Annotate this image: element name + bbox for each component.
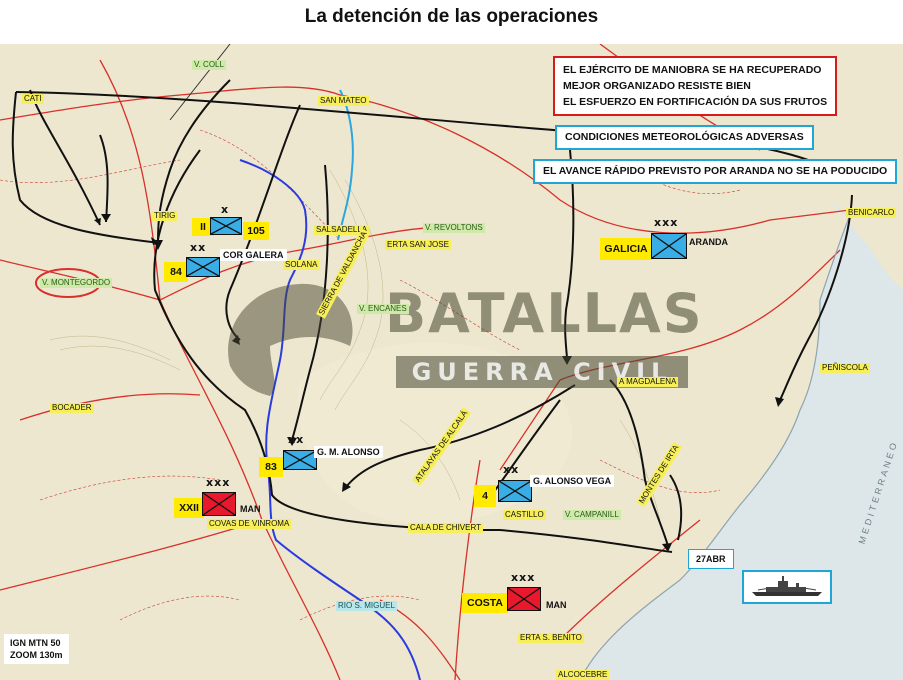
note-red-line-2: MEJOR ORGANIZADO RESISTE BIEN — [563, 80, 751, 92]
map-source-box: IGN MTN 50 ZOOM 130m — [4, 634, 69, 664]
unit-galicia-symbol: xxx — [651, 216, 689, 262]
place-erta-s-benito: ERTA S. BENITO — [518, 633, 584, 643]
unit-costa-symbol: xxx — [507, 571, 543, 613]
place-v-revoltons: V. REVOLTONS — [423, 223, 485, 233]
place-covas: COVAS DE VINROMA — [207, 519, 292, 529]
unit-83-box — [283, 450, 317, 470]
note-red-line-1: EL EJÉRCITO DE MANIOBRA SE HA RECUPERADO — [563, 64, 822, 76]
map-source-line-2: ZOOM 130m — [10, 650, 63, 660]
republican-infantry-icon — [508, 588, 540, 610]
place-benicarlo: BENICARLO — [846, 208, 897, 218]
unit-costa-commander: MAN — [546, 600, 567, 610]
unit-105-number: 105 — [243, 222, 269, 240]
nationalist-infantry-icon — [284, 451, 316, 469]
warship-box — [742, 570, 832, 604]
place-cati: CATI — [22, 94, 44, 104]
unit-galicia-echelon: xxx — [654, 216, 679, 229]
unit-xxii-box — [202, 492, 236, 516]
unit-costa-echelon: xxx — [511, 571, 536, 584]
note-red: EL EJÉRCITO DE MANIOBRA SE HA RECUPERADO… — [553, 56, 838, 116]
place-san-mateo: SAN MATEO — [318, 96, 369, 106]
unit-costa-name: COSTA — [462, 593, 508, 613]
date-label: 27ABR — [688, 549, 734, 569]
unit-4-echelon: xx — [503, 463, 520, 476]
unit-galicia-box — [651, 233, 687, 259]
place-alcocebre: ALCOCEBRE — [556, 670, 610, 680]
nationalist-infantry-icon — [211, 218, 241, 234]
place-tirig: TIRIG — [152, 211, 178, 221]
note-advance: EL AVANCE RÁPIDO PREVISTO POR ARANDA NO … — [533, 159, 898, 184]
place-v-coll: V. COLL — [192, 60, 226, 70]
map-source-line-1: IGN MTN 50 — [10, 638, 61, 648]
unit-83-echelon: xx — [288, 433, 305, 446]
note-weather: CONDICIONES METEOROLÓGICAS ADVERSAS — [555, 125, 814, 150]
place-castillo: CASTILLO — [503, 510, 546, 520]
unit-105-symbol: x — [210, 203, 244, 237]
place-magdalena: A MAGDALENA — [617, 377, 679, 387]
unit-4-number: 4 — [474, 485, 496, 507]
unit-4-box — [498, 480, 532, 502]
place-v-campanill: V. CAMPANILL — [563, 510, 621, 520]
unit-84-echelon: xx — [190, 241, 207, 254]
map[interactable]: BATALLAS GUERRA CIVIL V. COLL CATI SAN M… — [0, 44, 903, 680]
unit-4-name: G. ALONSO VEGA — [530, 475, 615, 487]
unit-4-symbol: xx — [498, 463, 534, 505]
unit-84-number: 84 — [164, 262, 188, 282]
unit-galicia-name: GALICIA — [600, 238, 652, 260]
place-peniscola: PEÑISCOLA — [820, 363, 870, 373]
nationalist-infantry-icon — [652, 234, 686, 258]
warship-icon — [752, 576, 822, 596]
nationalist-infantry-icon — [499, 481, 531, 501]
place-v-encanes: V. ENCANES — [357, 304, 409, 314]
sea — [580, 190, 903, 680]
unit-xxii-commander: MAN — [240, 504, 261, 514]
page-title: La detención de las operaciones — [304, 6, 599, 27]
watermark-title: BATALLAS — [385, 282, 704, 345]
republican-infantry-icon — [203, 493, 235, 515]
unit-83-name: G. M. ALONSO — [314, 446, 383, 458]
nationalist-infantry-icon — [187, 258, 219, 276]
note-red-line-3: EL ESFUERZO EN FORTIFICACIÓN DA SUS FRUT… — [563, 96, 828, 108]
grid-line — [169, 44, 231, 121]
unit-84-box — [186, 257, 220, 277]
unit-costa-box — [507, 587, 541, 611]
unit-galicia-commander: ARANDA — [689, 237, 728, 247]
helmet-watermark-icon — [228, 283, 353, 396]
place-solana: SOLANA — [283, 260, 320, 270]
unit-84-symbol: xx — [186, 241, 222, 281]
unit-84-name: COR GALERA — [220, 249, 287, 261]
unit-xxii-echelon: xxx — [206, 476, 231, 489]
place-cala-chivert: CALA DE CHIVERT — [408, 523, 483, 533]
unit-xxii-name: XXII — [174, 498, 204, 518]
place-bocader: BOCADER — [50, 403, 94, 413]
place-erta-san-jose: ERTA SAN JOSE — [385, 240, 451, 250]
place-v-montegordo: V. MONTEGORDO — [40, 278, 113, 288]
unit-105-echelon: x — [221, 203, 230, 216]
unit-xxii-symbol: xxx — [202, 476, 238, 518]
unit-105-box — [210, 217, 242, 235]
unit-83-number: 83 — [259, 457, 283, 477]
place-rio-san-miguel: RIO S. MIGUEL — [336, 601, 397, 611]
